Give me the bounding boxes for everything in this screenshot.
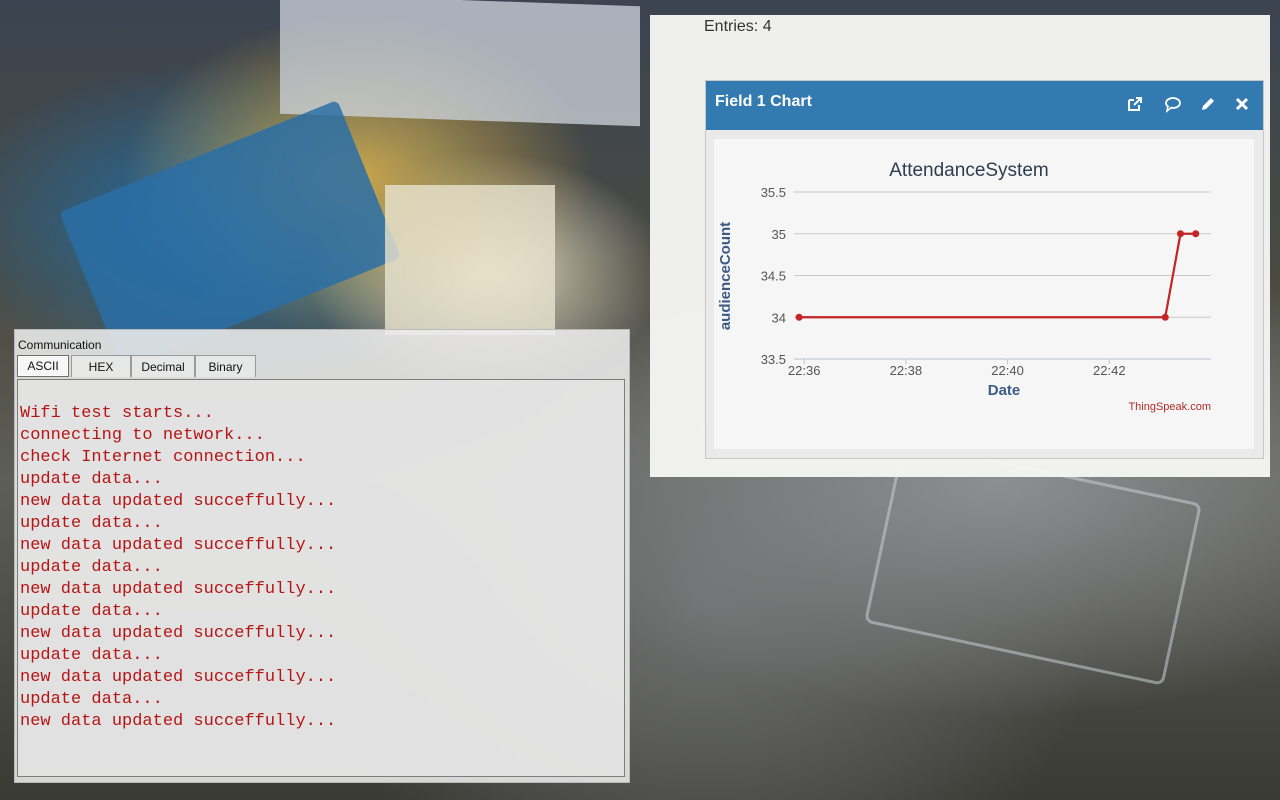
log-line: update data... — [20, 558, 163, 577]
log-line: check Internet connection... — [20, 448, 306, 467]
log-line: new data updated succeffully... — [20, 492, 337, 511]
log-line: update data... — [20, 690, 163, 709]
x-tick-label: 22:36 — [788, 363, 821, 378]
chart-title: AttendanceSystem — [889, 160, 1048, 181]
data-point[interactable] — [1192, 230, 1200, 238]
attendance-chart: AttendanceSystem 33.5 34 34.5 35 35.5 22:36 2… — [717, 160, 1211, 413]
log-line: new data updated succeffully... — [20, 536, 337, 555]
x-tick-label: 22:38 — [890, 363, 923, 378]
close-icon[interactable] — [1233, 95, 1251, 113]
chart-area: AttendanceSystem 33.5 34 34.5 35 35.5 22:36 2… — [714, 139, 1254, 449]
log-line: update data... — [20, 602, 163, 621]
communication-panel: Communication ASCII HEX Decimal Binary W… — [14, 329, 630, 783]
thingspeak-panel: Entries: 4 Field 1 Chart AttendanceSyste… — [650, 15, 1270, 477]
y-tick-label: 35.5 — [761, 185, 786, 200]
y-axis-label: audienceCount — [717, 222, 734, 330]
log-line: update data... — [20, 646, 163, 665]
y-tick-label: 34.5 — [761, 269, 786, 284]
thingspeak-watermark: ThingSpeak.com — [1128, 401, 1211, 413]
widget-header: Field 1 Chart — [706, 81, 1263, 130]
y-tick-label: 34 — [772, 310, 786, 325]
serial-log: Wifi test starts... connecting to network… — [20, 403, 336, 733]
x-tick-label: 22:40 — [991, 363, 1024, 378]
log-line: connecting to network... — [20, 426, 265, 445]
communication-title: Communication — [18, 338, 102, 352]
tab-decimal[interactable]: Decimal — [131, 355, 195, 377]
x-axis-label: Date — [988, 382, 1021, 399]
y-tick-label: 33.5 — [761, 352, 786, 367]
log-line: update data... — [20, 514, 163, 533]
tab-hex[interactable]: HEX — [71, 355, 131, 377]
communication-tabs: ASCII HEX Decimal Binary — [15, 355, 256, 378]
log-line: new data updated succeffully... — [20, 712, 337, 731]
log-line: update data... — [20, 470, 163, 489]
widget-title: Field 1 Chart — [715, 93, 812, 110]
chart-widget: Field 1 Chart AttendanceSystem 33.5 34 34.… — [705, 80, 1264, 459]
y-tick-label: 35 — [772, 227, 786, 242]
tab-binary[interactable]: Binary — [195, 355, 256, 377]
data-point[interactable] — [795, 313, 803, 321]
log-line: new data updated succeffully... — [20, 668, 337, 687]
x-tick-label: 22:42 — [1093, 363, 1126, 378]
pencil-icon[interactable] — [1199, 95, 1217, 113]
external-link-icon[interactable] — [1126, 95, 1144, 113]
background-box — [385, 185, 555, 335]
background-paper — [864, 440, 1202, 686]
data-point[interactable] — [1176, 230, 1184, 238]
comment-icon[interactable] — [1164, 95, 1182, 113]
data-point[interactable] — [1161, 313, 1169, 321]
serial-output[interactable]: Wifi test starts... connecting to network… — [17, 379, 625, 777]
log-line: new data updated succeffully... — [20, 624, 337, 643]
entries-count: Entries: 4 — [704, 18, 772, 35]
log-line: Wifi test starts... — [20, 404, 214, 423]
tab-ascii[interactable]: ASCII — [17, 355, 69, 377]
log-line: new data updated succeffully... — [20, 580, 337, 599]
